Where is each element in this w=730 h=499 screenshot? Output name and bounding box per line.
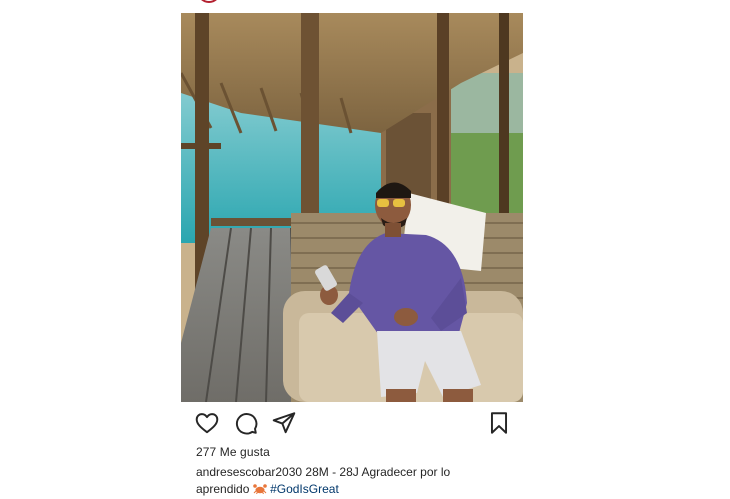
send-icon[interactable] (271, 410, 297, 436)
profile-avatar[interactable] (197, 0, 221, 3)
crab-icon (252, 482, 267, 495)
heart-icon[interactable] (194, 410, 220, 436)
caption-username[interactable]: andresescobar2030 (196, 465, 302, 479)
comment-icon[interactable] (233, 410, 259, 436)
post-caption: andresescobar2030 28M - 28J Agradecer po… (196, 464, 496, 498)
post-photo[interactable] (181, 13, 523, 402)
caption-hashtag[interactable]: #GodIsGreat (270, 482, 339, 496)
likes-count[interactable]: 277 Me gusta (196, 445, 270, 459)
post-actions (194, 410, 518, 436)
bookmark-icon[interactable] (486, 410, 512, 436)
